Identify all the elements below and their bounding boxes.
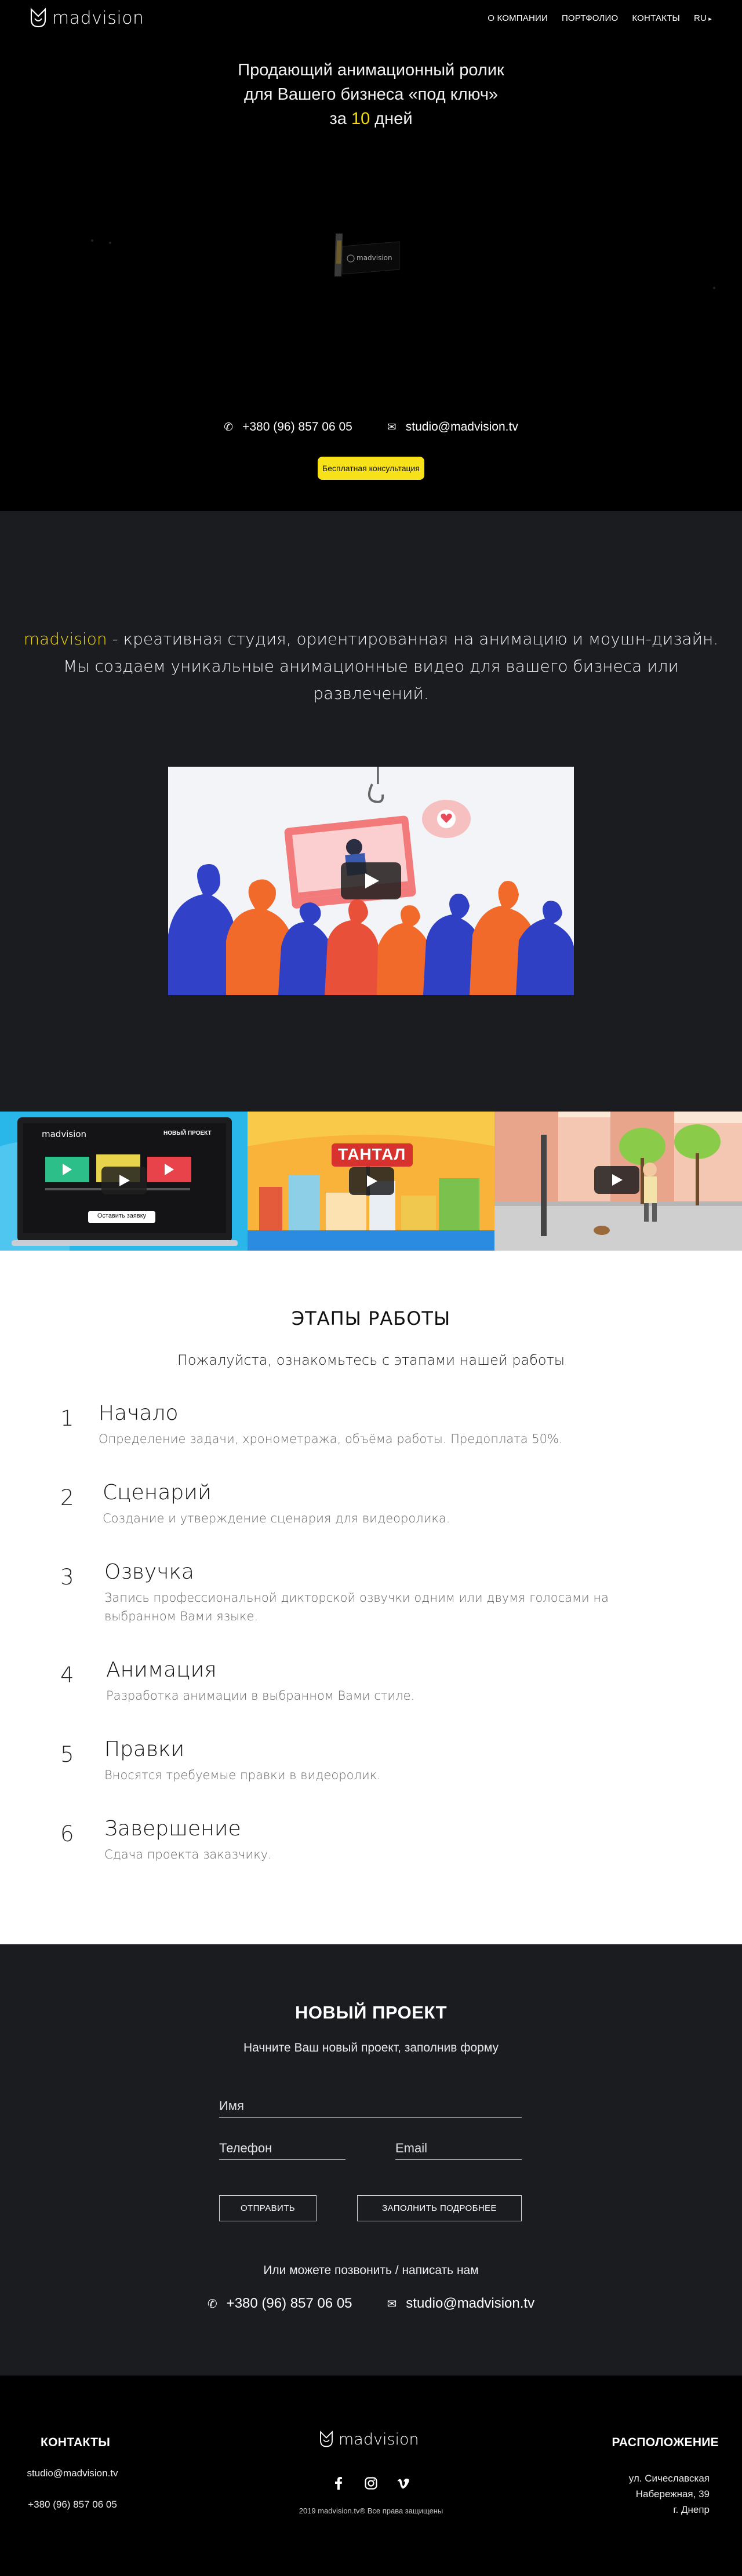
stage-number: 2 [60, 1485, 74, 1510]
address-line-1: ул. Сичеславская [628, 2473, 710, 2484]
email-field[interactable] [395, 2141, 522, 2160]
thumb-1-badge: НОВЫЙ ПРОЕКТ [163, 1130, 212, 1136]
footer-email[interactable]: studio@madvision.tv [19, 2468, 126, 2479]
thumb-3-play-icon[interactable] [594, 1166, 640, 1194]
main-video-play-icon[interactable] [341, 862, 401, 899]
project-contacts: ✆ +380 (96) 857 06 05 ✉ studio@madvision.t… [0, 2296, 742, 2312]
stage-description: Разработка анимации в выбранном Вами сти… [106, 1689, 415, 1703]
stage-title: Озвучка [104, 1560, 194, 1584]
portfolio-strip: madvision НОВЫЙ ПРОЕКТ Оставить заявку Т… [0, 1112, 742, 1251]
stage-title: Начало [99, 1401, 179, 1425]
about-section: madvision - креативная студия, ориентиро… [0, 511, 742, 1251]
hero-phone[interactable]: ✆ +380 (96) 857 06 05 [224, 420, 352, 434]
portfolio-thumb-2[interactable]: ТАНТАЛ [247, 1112, 495, 1251]
stage-description: Определение задачи, хронометража, объёма… [99, 1432, 563, 1446]
thumb-1-logo: madvision [42, 1129, 87, 1139]
social-links [332, 2476, 410, 2490]
footer-logo[interactable]: madvision [318, 2430, 419, 2449]
hero-title-line1: Продающий анимационный ролик [238, 61, 504, 79]
background-speck [91, 239, 93, 242]
hero-title-line2: для Вашего бизнеса «под ключ» [243, 85, 499, 104]
phone-icon: ✆ [207, 2298, 217, 2311]
facebook-icon[interactable] [332, 2476, 345, 2490]
project-subtitle: Начните Ваш новый проект, заполнив форму [243, 2041, 499, 2054]
stage-description: Запись профессиональной дикторской озвуч… [104, 1591, 609, 1623]
send-button[interactable]: ОТПРАВИТЬ [219, 2195, 317, 2221]
stage-number: 5 [60, 1742, 74, 1767]
project-email[interactable]: ✉ studio@madvision.tv [387, 2296, 535, 2312]
logo-icon [30, 8, 46, 28]
top-nav: madvision О КОМПАНИИ ПОРТФОЛИО КОНТАКТЫ … [0, 0, 742, 41]
new-project-section: НОВЫЙ ПРОЕКТ Начните Ваш новый проект, з… [0, 1944, 742, 2375]
mail-icon: ✉ [387, 421, 397, 433]
stage-description: Сдача проекта заказчику. [104, 1848, 272, 1861]
footer-location-title: РАСПОЛОЖЕНИЕ [612, 2436, 719, 2449]
hero-phone-text: +380 (96) 857 06 05 [242, 420, 352, 433]
hero-title: Продающий анимационный ролик для Вашего … [0, 58, 742, 131]
hero-title-suffix: дней [370, 110, 413, 128]
address-line-3: г. Днепр [673, 2504, 710, 2515]
footer-logo-text: madvision [339, 2430, 419, 2449]
background-speck [109, 242, 111, 244]
portfolio-thumb-1[interactable]: madvision НОВЫЙ ПРОЕКТ Оставить заявку [0, 1112, 248, 1251]
thumb-2-sign: ТАНТАЛ [338, 1145, 406, 1163]
stages-title: ЭТАПЫ РАБОТЫ [291, 1307, 451, 1329]
instagram-icon[interactable] [364, 2476, 378, 2490]
main-menu: О КОМПАНИИ ПОРТФОЛИО КОНТАКТЫ RU [488, 13, 712, 23]
hero-email[interactable]: ✉ studio@madvision.tv [387, 420, 518, 434]
footer-address: ул. Сичеславская Набережная, 39 г. Днепр [582, 2471, 710, 2517]
about-brand: madvision [23, 629, 107, 648]
vimeo-icon[interactable] [397, 2476, 410, 2490]
project-phone-text: +380 (96) 857 06 05 [226, 2296, 352, 2311]
stage-title: Анимация [106, 1658, 217, 1682]
thumb-1-play-icon[interactable] [101, 1167, 147, 1194]
mail-icon: ✉ [387, 2298, 397, 2311]
reel-logo: madvision [357, 254, 392, 262]
logo[interactable]: madvision [28, 7, 144, 29]
showreel-video[interactable]: madvision [330, 229, 405, 281]
stage-title: Правки [104, 1737, 185, 1761]
call-us-text: Или можете позвонить / написать нам [263, 2264, 479, 2277]
project-title: НОВЫЙ ПРОЕКТ [294, 2002, 448, 2023]
hero-contacts: ✆ +380 (96) 857 06 05 ✉ studio@madvision.t… [0, 420, 742, 434]
about-text: madvision - креативная студия, ориентиро… [23, 625, 719, 707]
language-switcher[interactable]: RU [694, 13, 712, 23]
stages-subtitle: Пожалуйста, ознакомьтесь с этапами нашей… [177, 1352, 565, 1368]
project-phone[interactable]: ✆ +380 (96) 857 06 05 [208, 2296, 352, 2312]
thumb-2-play-icon[interactable] [348, 1167, 394, 1195]
stages-section: ЭТАПЫ РАБОТЫ Пожалуйста, ознакомьтесь с … [0, 1251, 742, 1944]
menu-about[interactable]: О КОМПАНИИ [488, 13, 548, 23]
stage-description: Создание и утверждение сценария для виде… [103, 1511, 450, 1525]
footer-contacts-title: КОНТАКТЫ [41, 2436, 111, 2449]
name-field[interactable] [219, 2098, 522, 2118]
portfolio-thumb-3[interactable] [494, 1112, 742, 1251]
stage-number: 6 [60, 1821, 74, 1846]
stage-description: Вносятся требуемые правки в видеоролик. [104, 1768, 381, 1782]
hero-section: madvision О КОМПАНИИ ПОРТФОЛИО КОНТАКТЫ … [0, 0, 742, 511]
logo-icon [320, 2431, 333, 2447]
main-video[interactable] [168, 767, 574, 995]
about-description: - креативная студия, ориентированная на … [63, 629, 719, 703]
logo-text: madvision [52, 8, 144, 28]
fill-details-button[interactable]: ЗАПОЛНИТЬ ПОДРОБНЕЕ [357, 2195, 522, 2221]
stage-number: 1 [60, 1406, 74, 1431]
background-speck [713, 287, 715, 289]
free-consultation-button[interactable]: Бесплатная консультация [318, 457, 424, 480]
hero-title-prefix: за [329, 110, 351, 128]
menu-contacts[interactable]: КОНТАКТЫ [632, 13, 680, 23]
stage-title: Сценарий [103, 1481, 212, 1504]
footer: КОНТАКТЫ studio@madvision.tv +380 (96) 8… [0, 2375, 742, 2576]
hero-email-text: studio@madvision.tv [405, 420, 518, 433]
phone-field[interactable] [219, 2141, 345, 2160]
hero-days-number: 10 [351, 110, 370, 128]
menu-portfolio[interactable]: ПОРТФОЛИО [562, 13, 618, 23]
stage-title: Завершение [104, 1817, 241, 1841]
phone-icon: ✆ [224, 421, 234, 433]
address-line-2: Набережная, 39 [635, 2488, 710, 2500]
thumb-1-button-label: Оставить заявку [97, 1212, 147, 1219]
stage-number: 3 [60, 1565, 74, 1590]
stage-number: 4 [60, 1663, 74, 1688]
project-email-text: studio@madvision.tv [406, 2296, 535, 2311]
